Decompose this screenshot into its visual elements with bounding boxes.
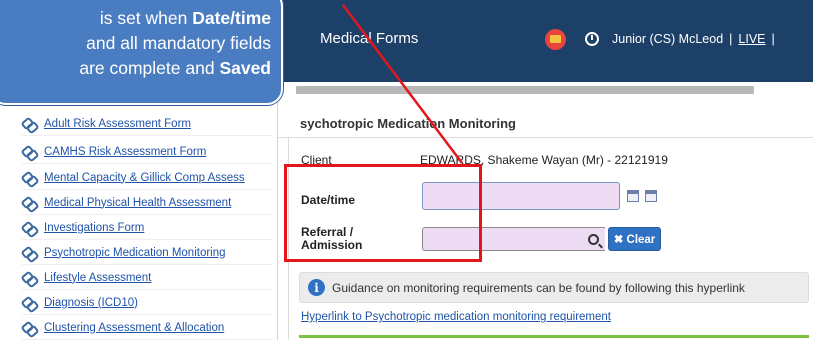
info-icon: i [308, 279, 325, 296]
sidebar-item-label[interactable]: Adult Risk Assessment Form [44, 118, 191, 130]
sidebar-item-label[interactable]: Diagnosis (ICD10) [44, 297, 138, 309]
calendar-time-icon[interactable] [645, 190, 657, 202]
callout-line1-bold: Date/time [192, 8, 271, 28]
sidebar-item-camhs-risk[interactable]: CAMHS Risk Assessment Form [22, 140, 272, 164]
link-icon [22, 117, 35, 130]
user-info: Junior (CS) McLeod | LIVE | [612, 32, 781, 46]
sidebar-item-adult-risk[interactable]: Adult Risk Assessment Form [22, 112, 272, 136]
link-icon [22, 271, 35, 284]
sidebar-item-mental-capacity[interactable]: Mental Capacity & Gillick Comp Assess [22, 166, 272, 190]
sidebar-item-label[interactable]: Psychotropic Medication Monitoring [44, 247, 226, 259]
clock-icon[interactable] [585, 32, 599, 46]
breadcrumb-redacted [296, 86, 754, 94]
sidebar-item-lifestyle[interactable]: Lifestyle Assessment [22, 266, 272, 290]
calendar-icon[interactable] [627, 190, 639, 202]
sidebar-item-label[interactable]: Clustering Assessment & Allocation [44, 322, 224, 334]
app-title: Medical Forms [320, 30, 419, 47]
sidebar-item-diagnosis[interactable]: Diagnosis (ICD10) [22, 291, 272, 315]
sidebar-item-investigations[interactable]: Investigations Form [22, 216, 272, 240]
section-rule [299, 335, 809, 338]
link-icon [22, 171, 35, 184]
user-name[interactable]: Junior (CS) McLeod [612, 32, 723, 46]
link-icon [22, 296, 35, 309]
guidance-text: Guidance on monitoring requirements can … [332, 280, 745, 295]
mail-notification-icon[interactable] [545, 29, 566, 50]
form-title: sychotropic Medication Monitoring [300, 116, 516, 131]
sidebar-item-label[interactable]: Mental Capacity & Gillick Comp Assess [44, 172, 245, 184]
link-icon [22, 321, 35, 334]
environment-link[interactable]: LIVE [738, 32, 765, 46]
annotation-callout: is set when Date/time and all mandatory … [0, 0, 283, 105]
sidebar-item-physical-health[interactable]: Medical Physical Health Assessment [22, 191, 272, 215]
clear-button[interactable]: ✖ Clear [608, 227, 661, 251]
callout-line3-text: are complete and [79, 58, 220, 78]
sidebar-item-label[interactable]: Medical Physical Health Assessment [44, 197, 231, 209]
sidebar-item-label[interactable]: Lifestyle Assessment [44, 272, 151, 284]
callout-line3-bold: Saved [219, 58, 271, 78]
callout-text: is set when Date/time and all mandatory … [6, 6, 271, 81]
monitoring-requirement-link[interactable]: Hyperlink to Psychotropic medication mon… [301, 311, 611, 323]
link-icon [22, 246, 35, 259]
sidebar-item-clustering[interactable]: Clustering Assessment & Allocation [22, 316, 272, 340]
highlight-box [284, 164, 482, 262]
link-icon [22, 221, 35, 234]
separator: | [771, 32, 775, 46]
sidebar-item-label[interactable]: CAMHS Risk Assessment Form [44, 146, 206, 158]
callout-line2-text: and all mandatory fields [86, 33, 271, 53]
search-button[interactable] [583, 227, 603, 251]
search-icon [587, 233, 599, 245]
separator: | [729, 32, 733, 46]
callout-line1-text: is set when [99, 8, 193, 28]
forms-sidebar: Adult Risk Assessment Form CAMHS Risk As… [0, 100, 278, 340]
sidebar-item-label[interactable]: Investigations Form [44, 222, 144, 234]
sidebar-item-psychotropic[interactable]: Psychotropic Medication Monitoring [22, 241, 272, 265]
link-icon [22, 196, 35, 209]
link-icon [22, 145, 35, 158]
guidance-banner: i Guidance on monitoring requirements ca… [299, 272, 809, 303]
